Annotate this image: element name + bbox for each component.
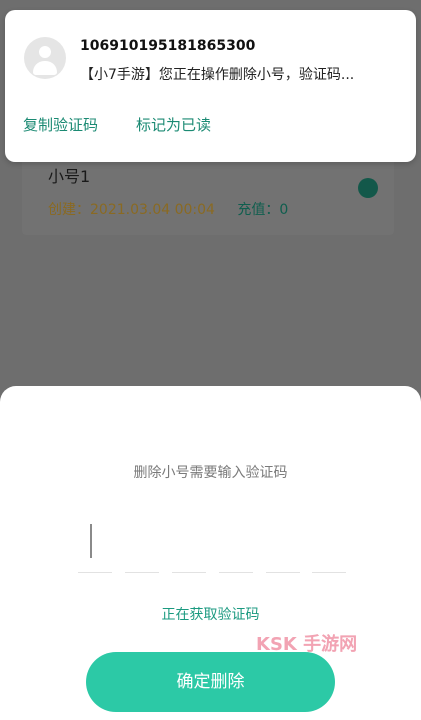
text-caret (90, 524, 92, 558)
fetching-code-status: 正在获取验证码 (161, 607, 260, 623)
verification-code-input[interactable] (78, 520, 346, 576)
sms-notification[interactable]: 106910195181865300 【小7手游】您正在操作删除小号，验证码..… (5, 10, 416, 162)
confirm-delete-button[interactable]: 确定删除 (86, 652, 335, 712)
account-created: 创建：2021.03.04 00:04 (48, 202, 215, 218)
delete-verification-sheet: 删除小号需要输入验证码 正在获取验证码 确定删除 (0, 386, 421, 720)
account-name: 小号1 (48, 167, 91, 186)
code-slot (172, 572, 206, 573)
code-slot (78, 572, 112, 573)
watermark-text: KSK 手游网 (256, 633, 357, 655)
mark-read-button[interactable]: 标记为已读 (136, 114, 211, 135)
code-slot (312, 572, 346, 573)
notification-message: 【小7手游】您正在操作删除小号，验证码... (80, 67, 355, 83)
account-recharge: 充值：0 (237, 202, 289, 218)
code-slot (219, 572, 253, 573)
avatar (24, 37, 66, 79)
sheet-prompt: 删除小号需要输入验证码 (133, 465, 288, 481)
code-slot (266, 572, 300, 573)
notification-sender: 106910195181865300 (80, 38, 256, 54)
account-meta: 创建：2021.03.04 00:04 充值：0 (48, 199, 288, 219)
person-icon (39, 46, 51, 58)
watermark-logo-icon: KSK 手游网 (256, 633, 357, 655)
status-dot-icon (358, 178, 378, 198)
copy-code-button[interactable]: 复制验证码 (23, 114, 98, 135)
person-body-icon (33, 61, 57, 75)
code-slot (125, 572, 159, 573)
